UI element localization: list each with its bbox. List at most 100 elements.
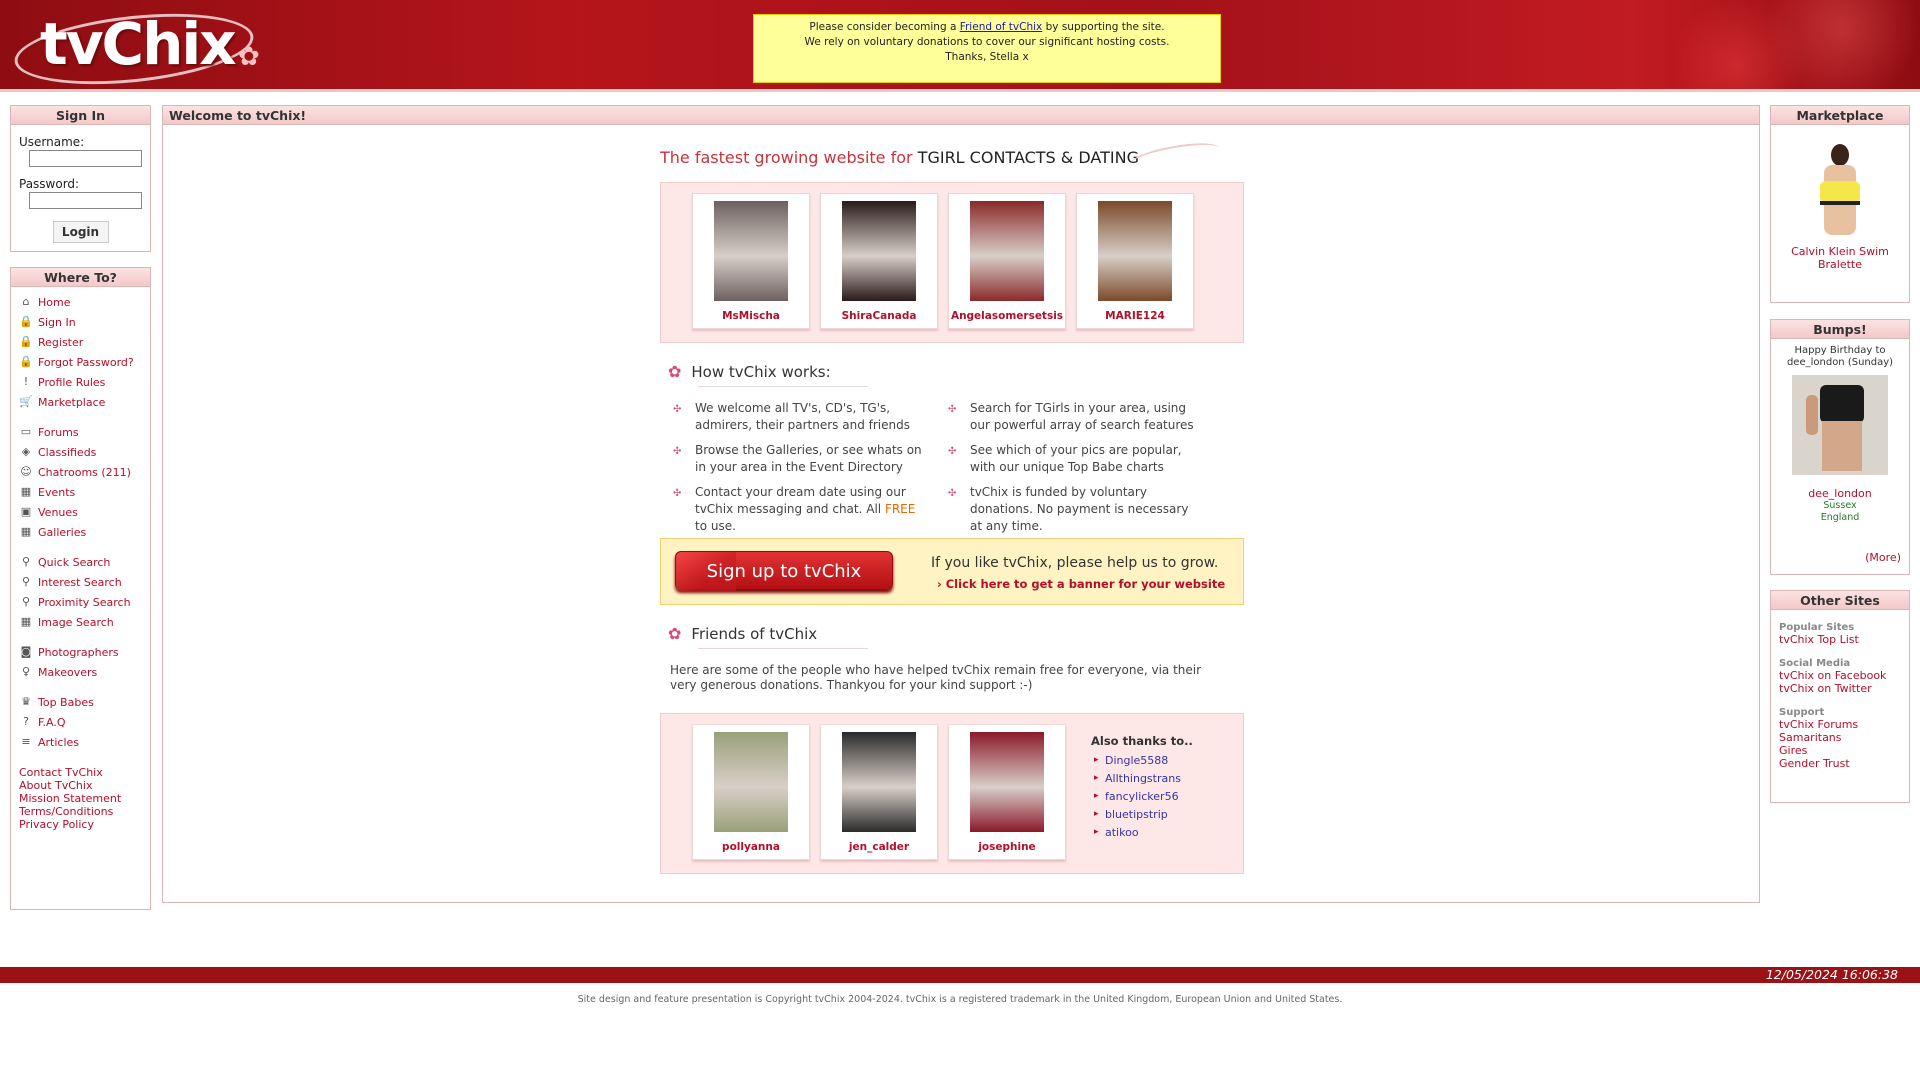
- nav-item-label: Register: [38, 335, 84, 349]
- profile-photo[interactable]: [970, 732, 1044, 832]
- nav-item-label: Events: [38, 485, 76, 499]
- profile-card[interactable]: ShiraCanada: [820, 193, 938, 329]
- footer-link-terms-conditions[interactable]: Terms/Conditions: [19, 805, 150, 818]
- friends-underline: [698, 648, 868, 649]
- how-item-text: tvChix is funded by voluntary donations.…: [970, 485, 1189, 533]
- profile-photo[interactable]: [1098, 201, 1172, 301]
- nav-item-image-search[interactable]: ▦ Image Search: [19, 612, 150, 632]
- gallery-icon: ▦: [20, 525, 32, 538]
- profile-name-link[interactable]: josephine: [949, 841, 1065, 853]
- profile-name-link[interactable]: MARIE124: [1077, 310, 1193, 322]
- signup-button[interactable]: Sign up to tvChix: [675, 551, 893, 591]
- other-site-link[interactable]: Gender Trust: [1779, 757, 1909, 770]
- profile-card[interactable]: jen_calder: [820, 724, 938, 860]
- nav-item-label: Image Search: [38, 615, 114, 629]
- tag-icon: ◈: [21, 445, 31, 458]
- marketplace-product-image[interactable]: [1810, 143, 1870, 235]
- marketplace-box: Marketplace Calvin Klein Swim Bralette: [1770, 105, 1910, 303]
- password-input[interactable]: [29, 192, 142, 209]
- password-label: Password:: [19, 177, 80, 191]
- how-item-text: Search for TGirls in your area, using ou…: [970, 401, 1194, 432]
- profile-photo[interactable]: [714, 732, 788, 832]
- flower-icon: ✿: [668, 624, 682, 643]
- nav-item-profile-rules[interactable]: ! Profile Rules: [19, 372, 150, 392]
- nav-item-quick-search[interactable]: ⚲ Quick Search: [19, 552, 150, 572]
- site-logo[interactable]: tvChix ✿: [11, 3, 264, 89]
- bumps-country: England: [1820, 512, 1860, 523]
- profile-card[interactable]: pollyanna: [692, 724, 810, 860]
- cart-icon: 🛒: [19, 395, 33, 408]
- profile-card[interactable]: josephine: [948, 724, 1066, 860]
- footer-link-about-tvchix[interactable]: About TvChix: [19, 779, 150, 792]
- thanks-user-link[interactable]: atikoo: [1091, 826, 1193, 844]
- grow-text: If you like tvChix, please help us to gr…: [931, 555, 1219, 571]
- login-button[interactable]: Login: [52, 221, 109, 243]
- bullet-icon: ✣: [948, 446, 957, 457]
- nav-item-label: Forgot Password?: [38, 355, 134, 369]
- thanks-user-link[interactable]: fancylicker56: [1091, 790, 1193, 808]
- profile-photo[interactable]: [970, 201, 1044, 301]
- bumps-user-photo[interactable]: [1792, 375, 1888, 475]
- how-item: ✣ tvChix is funded by voluntary donations…: [948, 484, 1200, 535]
- footer-link-mission-statement[interactable]: Mission Statement: [19, 792, 150, 805]
- nav-item-events[interactable]: ▦ Events: [19, 482, 150, 502]
- profile-card[interactable]: MsMischa: [692, 193, 810, 329]
- thanks-user-link[interactable]: Dingle5588: [1091, 754, 1193, 772]
- profile-name-link[interactable]: Angelasomersetsis: [949, 310, 1065, 322]
- profile-photo[interactable]: [842, 201, 916, 301]
- nav-item-proximity-search[interactable]: ⚲ Proximity Search: [19, 592, 150, 612]
- thanks-user-link[interactable]: bluetipstrip: [1091, 808, 1193, 826]
- footer-link-privacy-policy[interactable]: Privacy Policy: [19, 818, 150, 831]
- other-site-link[interactable]: tvChix on Facebook: [1779, 669, 1909, 682]
- profile-name-link[interactable]: pollyanna: [693, 841, 809, 853]
- profile-card[interactable]: Angelasomersetsis: [948, 193, 1066, 329]
- banner-link[interactable]: › Click here to get a banner for your we…: [937, 577, 1225, 591]
- marketplace-item-link[interactable]: Calvin Klein Swim Bralette: [1771, 245, 1909, 271]
- profile-name-link[interactable]: jen_calder: [821, 841, 937, 853]
- other-site-link[interactable]: Gires: [1779, 744, 1909, 757]
- nav-item-label: Home: [38, 295, 71, 309]
- profile-photo[interactable]: [714, 201, 788, 301]
- nav-item-photographers[interactable]: ◙ Photographers: [19, 642, 150, 662]
- friend-of-tvchix-link[interactable]: Friend of tvChix: [960, 21, 1043, 33]
- nav-item-chatrooms-211[interactable]: ☺ Chatrooms (211): [19, 462, 150, 482]
- nav-item-top-babes[interactable]: ♛ Top Babes: [19, 692, 150, 712]
- how-underline: [698, 386, 868, 387]
- search-icon: ⚲: [21, 575, 31, 588]
- nav-item-venues[interactable]: ▣ Venues: [19, 502, 150, 522]
- nav-item-sign-in[interactable]: 🔒 Sign In: [19, 312, 150, 332]
- nav-item-interest-search[interactable]: ⚲ Interest Search: [19, 572, 150, 592]
- thanks-user-link[interactable]: Allthingstrans: [1091, 772, 1193, 790]
- nav-item-home[interactable]: ⌂ Home: [19, 292, 150, 312]
- other-site-link[interactable]: Samaritans: [1779, 731, 1909, 744]
- profile-name-link[interactable]: ShiraCanada: [821, 310, 937, 322]
- search-icon: ⚲: [21, 595, 31, 608]
- lock-icon: 🔒: [19, 315, 33, 328]
- nav-item-forums[interactable]: ▭ Forums: [19, 422, 150, 442]
- profile-name-link[interactable]: MsMischa: [693, 310, 809, 322]
- sign-in-title: Sign In: [11, 106, 150, 125]
- nav-item-galleries[interactable]: ▦ Galleries: [19, 522, 150, 542]
- nav-item-articles[interactable]: ≡ Articles: [19, 732, 150, 752]
- other-site-link[interactable]: tvChix on Twitter: [1779, 682, 1909, 695]
- bumps-more-link[interactable]: (More): [1865, 551, 1901, 564]
- profile-card[interactable]: MARIE124: [1076, 193, 1194, 329]
- nav-item-makeovers[interactable]: ♀ Makeovers: [19, 662, 150, 682]
- nav-item-classifieds[interactable]: ◈ Classifieds: [19, 442, 150, 462]
- nav-item-marketplace[interactable]: 🛒 Marketplace: [19, 392, 150, 412]
- other-site-link[interactable]: tvChix Top List: [1779, 633, 1909, 646]
- nav-item-forgot-password[interactable]: 🔒 Forgot Password?: [19, 352, 150, 372]
- nav-item-register[interactable]: 🔒 Register: [19, 332, 150, 352]
- profile-photo[interactable]: [842, 732, 916, 832]
- username-input[interactable]: [29, 150, 142, 167]
- nav-item-label: Photographers: [38, 645, 119, 659]
- nav-item-f-a-q[interactable]: ? F.A.Q: [19, 712, 150, 732]
- bumps-message: Happy Birthday to dee_london (Sunday): [1786, 345, 1894, 368]
- other-site-link[interactable]: tvChix Forums: [1779, 718, 1909, 731]
- marketplace-title: Marketplace: [1771, 106, 1909, 125]
- footer-link-contact-tvchix[interactable]: Contact TvChix: [19, 766, 150, 779]
- bumps-user-link[interactable]: dee_london: [1771, 487, 1909, 500]
- calendar-icon: ▦: [20, 485, 32, 498]
- article-icon: ≡: [21, 735, 31, 748]
- bumps-county: Sussex: [1823, 500, 1857, 511]
